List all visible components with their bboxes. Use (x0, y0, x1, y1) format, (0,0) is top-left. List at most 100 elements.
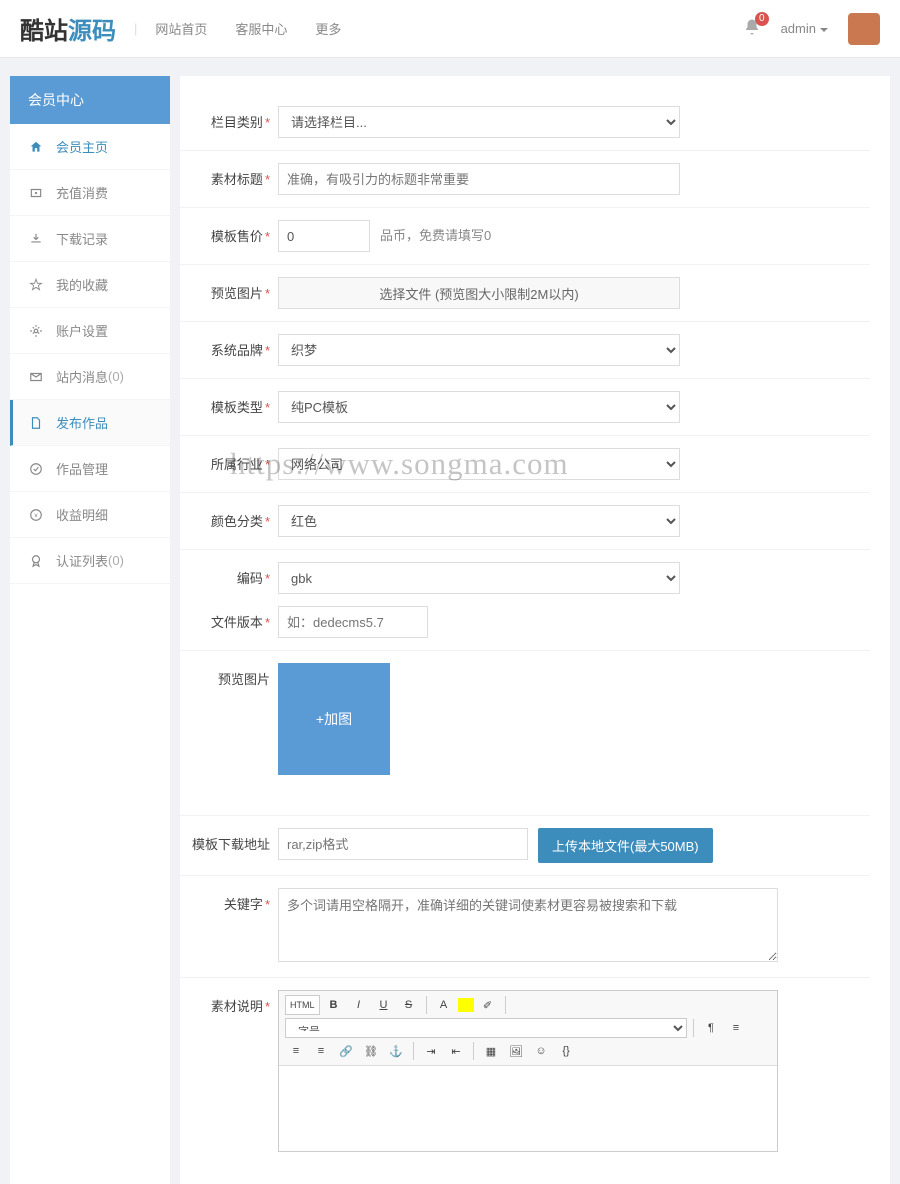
editor-link-icon[interactable]: 🔗 (335, 1041, 357, 1061)
sidebar-item-1[interactable]: 充值消费 (10, 170, 170, 216)
nav-more[interactable]: 更多 (315, 19, 341, 38)
editor-outdent-icon[interactable]: ⇤ (445, 1041, 467, 1061)
editor-html-icon[interactable]: HTML (285, 995, 320, 1015)
select-type[interactable]: 纯PC模板 (278, 391, 680, 423)
textarea-keywords[interactable] (278, 888, 778, 962)
sidebar-item-2[interactable]: 下载记录 (10, 216, 170, 262)
editor-backcolor-icon[interactable] (458, 998, 474, 1012)
input-version[interactable] (278, 606, 428, 638)
editor-paragraph-icon[interactable]: ¶ (700, 1018, 722, 1038)
sidebar-item-count: (0) (108, 553, 124, 568)
sidebar-item-0[interactable]: 会员主页 (10, 124, 170, 170)
editor-italic-icon[interactable]: I (348, 995, 370, 1015)
label-preview-img: 预览图片 (180, 663, 270, 688)
input-title[interactable] (278, 163, 680, 195)
button-upload-local[interactable]: 上传本地文件(最大50MB) (538, 828, 713, 863)
download-icon (28, 231, 44, 247)
sidebar-item-7[interactable]: 作品管理 (10, 446, 170, 492)
rich-editor: HTML B I U S A ✐ 字号 ¶ ≡ ≡ (278, 990, 778, 1152)
check-icon (28, 461, 44, 477)
select-industry[interactable]: 网络公司 (278, 448, 680, 480)
label-download: 模板下载地址 (180, 828, 270, 853)
divider: | (134, 21, 137, 36)
label-industry: 所属行业* (180, 448, 270, 473)
home-icon (28, 139, 44, 155)
editor-unlink-icon[interactable]: ⛓ (360, 1041, 382, 1061)
label-desc: 素材说明* (180, 990, 270, 1015)
notif-badge: 0 (755, 12, 769, 26)
editor-body[interactable] (279, 1066, 777, 1151)
avatar[interactable] (848, 13, 880, 45)
input-price[interactable] (278, 220, 370, 252)
editor-align-center-icon[interactable]: ≡ (285, 1041, 307, 1061)
select-encoding[interactable]: gbk (278, 562, 680, 594)
user-menu[interactable]: admin (781, 21, 828, 36)
sidebar-item-label: 下载记录 (56, 229, 108, 248)
editor-align-right-icon[interactable]: ≡ (310, 1041, 332, 1061)
hint-price: 品币，免费请填写0 (380, 220, 491, 252)
logo[interactable]: 酷站源码 (20, 11, 116, 46)
nav-home[interactable]: 网站首页 (155, 19, 207, 38)
button-add-image[interactable]: +加图 (278, 663, 390, 775)
sidebar-item-3[interactable]: 我的收藏 (10, 262, 170, 308)
editor-image-icon[interactable]: 🖼 (505, 1041, 527, 1061)
input-download-url[interactable] (278, 828, 528, 860)
svg-text:¥: ¥ (34, 513, 38, 519)
sidebar-item-label: 收益明细 (56, 505, 108, 524)
editor-code-icon[interactable]: {} (555, 1041, 577, 1061)
sidebar: 会员中心 会员主页充值消费下载记录我的收藏账户设置站内消息(0)发布作品作品管理… (10, 76, 170, 1184)
nav-support[interactable]: 客服中心 (235, 19, 287, 38)
badge-icon (28, 553, 44, 569)
editor-toolbar: HTML B I U S A ✐ 字号 ¶ ≡ ≡ (279, 991, 777, 1066)
sidebar-item-count: (0) (108, 369, 124, 384)
select-brand[interactable]: 织梦 (278, 334, 680, 366)
sidebar-item-label: 充值消费 (56, 183, 108, 202)
editor-emoji-icon[interactable]: ☺ (530, 1041, 552, 1061)
file-icon (28, 415, 44, 431)
sidebar-title: 会员中心 (10, 76, 170, 124)
label-type: 模板类型* (180, 391, 270, 416)
sidebar-item-label: 发布作品 (56, 413, 108, 432)
label-preview-file: 预览图片* (180, 277, 270, 302)
label-color: 颜色分类* (180, 505, 270, 530)
sidebar-item-8[interactable]: ¥ 收益明细 (10, 492, 170, 538)
editor-eraser-icon[interactable]: ✐ (477, 995, 499, 1015)
star-icon (28, 277, 44, 293)
sidebar-item-label: 会员主页 (56, 137, 108, 156)
mail-icon (28, 369, 44, 385)
editor-anchor-icon[interactable]: ⚓ (385, 1041, 407, 1061)
sidebar-item-4[interactable]: 账户设置 (10, 308, 170, 354)
label-title: 素材标题* (180, 163, 270, 188)
editor-forecolor-icon[interactable]: A (433, 995, 455, 1015)
sidebar-item-label: 账户设置 (56, 321, 108, 340)
editor-strike-icon[interactable]: S (398, 995, 420, 1015)
sidebar-item-5[interactable]: 站内消息(0) (10, 354, 170, 400)
sidebar-item-label: 认证列表 (56, 551, 108, 570)
label-category: 栏目类别* (180, 106, 270, 131)
gear-icon (28, 323, 44, 339)
sidebar-item-label: 作品管理 (56, 459, 108, 478)
label-brand: 系统品牌* (180, 334, 270, 359)
label-price: 模板售价* (180, 220, 270, 245)
select-category[interactable]: 请选择栏目... (278, 106, 680, 138)
sidebar-item-6[interactable]: 发布作品 (10, 400, 170, 446)
sidebar-item-9[interactable]: 认证列表(0) (10, 538, 170, 584)
select-color[interactable]: 红色 (278, 505, 680, 537)
editor-indent-icon[interactable]: ⇥ (420, 1041, 442, 1061)
editor-table-icon[interactable]: ▦ (480, 1041, 502, 1061)
money-icon (28, 185, 44, 201)
sidebar-item-label: 我的收藏 (56, 275, 108, 294)
label-encoding: 编码* (180, 562, 270, 587)
label-version: 文件版本* (180, 606, 270, 631)
notification-bell[interactable]: 0 (743, 18, 761, 39)
coin-icon: ¥ (28, 507, 44, 523)
editor-align-left-icon[interactable]: ≡ (725, 1018, 747, 1038)
sidebar-item-label: 站内消息 (56, 367, 108, 386)
editor-underline-icon[interactable]: U (373, 995, 395, 1015)
label-keywords: 关键字* (180, 888, 270, 913)
editor-fontsize-select[interactable]: 字号 (285, 1018, 687, 1038)
caret-down-icon (820, 28, 828, 32)
content-panel: https://www.songma.com 栏目类别* 请选择栏目... 素材… (180, 76, 890, 1184)
button-choose-file[interactable]: 选择文件 (预览图大小限制2M以内) (278, 277, 680, 309)
editor-bold-icon[interactable]: B (323, 995, 345, 1015)
